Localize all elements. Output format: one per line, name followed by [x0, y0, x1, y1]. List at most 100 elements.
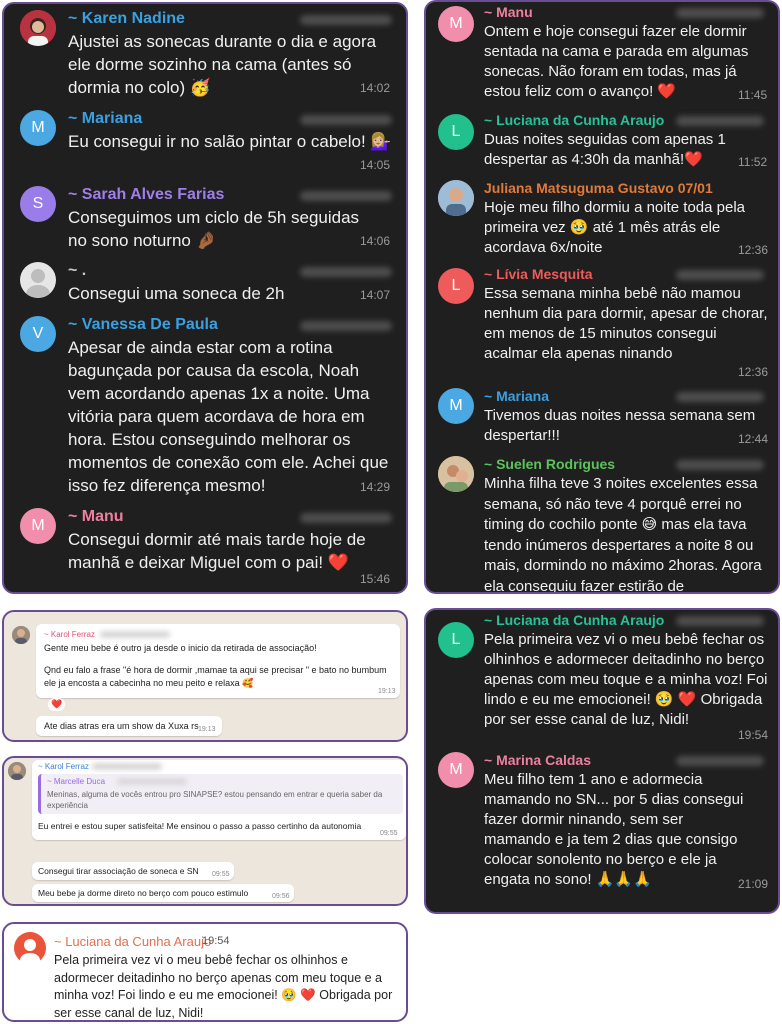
phone-redacted [300, 15, 392, 25]
message-time: 14:29 [360, 480, 391, 494]
avatar-livia[interactable]: L [438, 268, 474, 304]
message-time: 19:13 [378, 688, 396, 695]
quoted-message[interactable]: ~ Marcelle Duca Meninas, alguma de vocês… [38, 774, 403, 814]
profile-photo-icon [8, 762, 26, 780]
sender-name[interactable]: ~ Karen Nadine [68, 10, 185, 28]
sender-name[interactable]: ~ Mariana [484, 388, 549, 404]
avatar-default[interactable] [20, 262, 56, 298]
message-text: Ajustei as sonecas durante o dia e agora… [68, 32, 377, 97]
message-text: Hoje meu filho dormiu a noite toda pela … [484, 199, 745, 256]
phone-redacted [300, 191, 392, 201]
quoted-text: Meninas, alguma de vocês entrou pro SINA… [47, 790, 383, 810]
message-time: 14:07 [360, 288, 391, 302]
sender-name[interactable]: ~ Manu [484, 4, 533, 20]
message-time: 14:02 [360, 81, 391, 95]
phone-redacted [676, 116, 764, 126]
message-time: 19:54 [738, 728, 769, 742]
message-time: 12:36 [738, 243, 769, 257]
avatar-juliana[interactable] [438, 180, 474, 216]
sender-name[interactable]: ~ Sarah Alves Farias [68, 186, 224, 204]
phone-redacted [676, 460, 764, 470]
profile-photo-icon [438, 456, 474, 492]
message-bubble: ~ Karol Ferraz Gente meu bebe é outro ja… [36, 624, 400, 698]
phone-redacted [676, 270, 764, 280]
profile-photo-icon [20, 10, 56, 46]
phone-redacted [300, 115, 392, 125]
sender-name[interactable]: ~ Manu [68, 508, 124, 526]
message-text: Pela primeira vez vi o meu bebê fechar o… [54, 953, 393, 1020]
avatar-luciana[interactable]: L [438, 114, 474, 150]
sender-name[interactable]: ~ Luciana da Cunha Araujo [484, 112, 664, 128]
message-time: 09:56 [272, 893, 290, 900]
message-text: Conseguimos um ciclo de 5h seguidas no s… [68, 208, 360, 250]
person-icon [26, 269, 50, 298]
sender-name[interactable]: ~ Mariana [68, 110, 142, 128]
avatar-default[interactable] [14, 932, 46, 964]
message-time: 14:06 [360, 234, 391, 248]
avatar-sarah[interactable]: S [20, 186, 56, 222]
avatar-vanessa[interactable]: V [20, 316, 56, 352]
avatar-karen[interactable] [20, 10, 56, 46]
sender-name[interactable]: ~ Luciana da Cunha Araujo [54, 934, 211, 949]
avatar-karol[interactable] [12, 626, 30, 644]
message-text: Consegui dormir até mais tarde hoje de m… [68, 530, 366, 572]
message-text: Duas noites seguidas com apenas 1 desper… [484, 131, 726, 168]
sender-name[interactable]: ~ Karol Ferraz [44, 630, 95, 639]
message-time: 09:55 [380, 830, 398, 837]
chat-panel-4: ~ Karol Ferraz Gente meu bebe é outro ja… [2, 610, 408, 742]
phone-redacted [300, 267, 392, 277]
avatar-marina[interactable]: M [438, 752, 474, 788]
sender-name[interactable]: ~ Karol Ferraz [38, 762, 89, 771]
chat-panel-5: ~ Karol Ferraz ~ Marcelle Duca Meninas, … [2, 756, 408, 906]
quoted-sender: ~ Marcelle Duca [47, 777, 106, 786]
sender-name[interactable]: Juliana Matsuguma Gustavo 07/01 [484, 180, 713, 196]
chat-panel-3: L ~ Luciana da Cunha Araujo Pela primeir… [424, 608, 780, 914]
phone-redacted [117, 779, 187, 784]
message-text: Qnd eu falo a frase "é hora de dormir ,m… [44, 665, 387, 688]
message-time: 15:46 [360, 572, 391, 586]
message-time: 19:13 [198, 726, 216, 733]
message-text: Essa semana minha bebê não mamou nenhum … [484, 285, 768, 362]
profile-photo-icon [12, 626, 30, 644]
message-time: 21:09 [738, 877, 769, 891]
message-text: Eu entrei e estou super satisfeita! Me e… [38, 821, 362, 831]
message-time: 09:55 [212, 871, 230, 878]
message-time: 11:52 [738, 155, 768, 169]
message-text: Tivemos duas noites nessa semana sem des… [484, 407, 756, 444]
avatar-manu[interactable]: M [20, 508, 56, 544]
phone-redacted [676, 392, 764, 402]
avatar-mariana[interactable]: M [20, 110, 56, 146]
sender-name[interactable]: ~ . [68, 262, 86, 280]
sender-name[interactable]: ~ Vanessa De Paula [68, 316, 218, 334]
phone-redacted [92, 764, 162, 769]
sender-name[interactable]: ~ Lívia Mesquita [484, 266, 593, 282]
avatar-luciana[interactable]: L [438, 622, 474, 658]
message-text: Minha filha teve 3 noites excelentes ess… [484, 475, 762, 594]
message-bubble: ~ Karol Ferraz ~ Marcelle Duca Meninas, … [32, 760, 406, 840]
message-bubble: Consegui tirar associação de soneca e SN… [32, 862, 234, 880]
message-text: Ate dias atras era um show da Xuxa rs [44, 721, 199, 731]
message-time: 19:54 [202, 935, 230, 947]
sender-name[interactable]: ~ Luciana da Cunha Araujo [484, 612, 664, 628]
phone-redacted [300, 513, 392, 523]
avatar-suelen[interactable] [438, 456, 474, 492]
phone-redacted [100, 632, 170, 637]
phone-redacted [300, 321, 392, 331]
profile-photo-icon [438, 180, 474, 216]
phone-redacted [676, 8, 764, 18]
message-text: Gente meu bebe é outro ja desde o inicio… [44, 643, 317, 653]
message-text: Meu bebe ja dorme direto no berço com po… [38, 888, 249, 898]
message-time: 12:36 [738, 365, 769, 379]
message-text: Consegui tirar associação de soneca e SN [38, 866, 199, 876]
avatar-karol[interactable] [8, 762, 26, 780]
avatar-manu[interactable]: M [438, 6, 474, 42]
heart-reaction[interactable]: ❤️ [48, 698, 66, 711]
message-bubble: Meu bebe ja dorme direto no berço com po… [32, 884, 294, 902]
phone-redacted [676, 756, 764, 766]
message-text: Consegui uma soneca de 2h [68, 284, 285, 303]
sender-name[interactable]: ~ Suelen Rodrigues [484, 456, 615, 472]
sender-name[interactable]: ~ Marina Caldas [484, 752, 591, 768]
message-bubble: Ate dias atras era um show da Xuxa rs 19… [36, 716, 222, 736]
avatar-mariana[interactable]: M [438, 388, 474, 424]
message-text: Eu consegui ir no salão pintar o cabelo!… [68, 132, 392, 151]
